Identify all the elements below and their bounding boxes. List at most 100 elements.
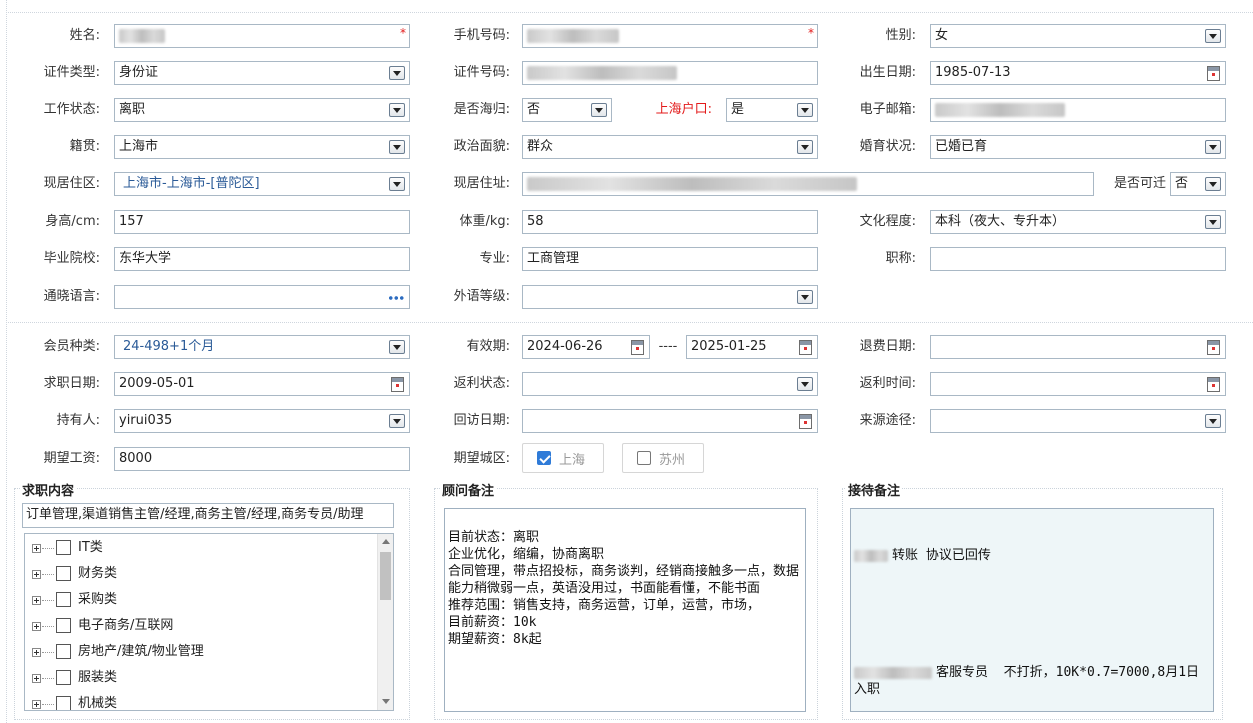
source-select[interactable] [930,409,1226,433]
mobile-input[interactable]: * [522,24,818,48]
native-select[interactable]: 上海市 [114,135,410,159]
checkbox-icon[interactable] [56,540,71,555]
job-date-input[interactable]: 2009-05-01 [114,372,410,396]
district-select[interactable]: 上海市-上海市-[普陀区] [114,172,410,196]
chevron-down-icon[interactable] [591,103,607,117]
refund-date-label: 退费日期: [859,339,916,354]
calendar-icon[interactable] [1207,66,1220,81]
tree-item-label: 服装类 [78,670,118,685]
chevron-down-icon[interactable] [1205,29,1221,43]
weight-input[interactable]: 58 [522,210,818,234]
name-input[interactable]: * [114,24,410,48]
address-input[interactable] [522,172,1094,196]
chevron-down-icon[interactable] [797,103,813,117]
source-label: 来源途径: [859,413,916,428]
chevron-down-icon[interactable] [1205,140,1221,154]
calendar-icon[interactable] [799,414,812,429]
chevron-down-icon[interactable] [389,177,405,191]
expand-icon[interactable] [32,596,41,605]
sh-hukou-select[interactable]: 是 [726,98,818,122]
checkbox-icon[interactable] [56,670,71,685]
chevron-down-icon[interactable] [1205,414,1221,428]
chevron-down-icon[interactable] [389,414,405,428]
job-content-title: 求职内容 [20,480,77,499]
job-content-summary-input[interactable]: 订单管理,渠道销售主管/经理,商务主管/经理,商务专员/助理 [22,503,394,528]
chevron-down-icon[interactable] [1205,215,1221,229]
checkbox-icon[interactable] [56,618,71,633]
email-input[interactable] [930,98,1226,122]
city-option-suzhou[interactable]: 苏州 [622,443,704,473]
reception-note-text: 转账 协议已回传 [892,548,991,563]
scroll-thumb[interactable] [380,552,391,600]
advisor-note-title: 顾问备注 [440,480,497,499]
languages-picker[interactable] [114,285,410,309]
expand-icon[interactable] [32,700,41,709]
gender-label: 性别: [885,28,916,43]
member-type-select[interactable]: 24-498+1个月 [114,335,410,359]
expand-icon[interactable] [32,570,41,579]
expand-icon[interactable] [32,544,41,553]
job-category-tree[interactable]: IT类 财务类 采购类 电子商务/互联网 房地产/建筑/物业管理 服装类 机械类 [24,533,394,711]
id-no-input[interactable] [522,61,818,85]
school-input[interactable]: 东华大学 [114,247,410,271]
marital-select[interactable]: 已婚已育 [930,135,1226,159]
major-label: 专业: [479,251,510,266]
chevron-down-icon[interactable] [389,66,405,80]
checkbox-checked-icon[interactable] [537,451,551,465]
work-status-select[interactable]: 离职 [114,98,410,122]
id-type-select[interactable]: 身份证 [114,61,410,85]
rebate-status-select[interactable] [522,372,818,396]
tree-connector [42,652,54,653]
major-input[interactable]: 工商管理 [522,247,818,271]
reception-note-textarea[interactable]: 转账 协议已回传 客服专员 不打折，10K*0.7=7000,8月1日入职 [850,508,1214,712]
chevron-down-icon[interactable] [389,140,405,154]
checkbox-icon[interactable] [56,696,71,710]
politics-label: 政治面貌: [453,139,510,154]
relocate-select[interactable]: 否 [1170,172,1226,196]
scroll-down-icon[interactable] [382,699,390,704]
returnee-label: 是否海归: [453,102,510,117]
chevron-down-icon[interactable] [797,290,813,304]
checkbox-icon[interactable] [56,592,71,607]
tree-connector [42,704,54,705]
returnee-select[interactable]: 否 [522,98,612,122]
expand-icon[interactable] [32,648,41,657]
valid-to-input[interactable]: 2025-01-25 [686,335,818,359]
holder-select[interactable]: yirui035 [114,409,410,433]
gender-value: 女 [935,28,949,43]
city-option-shanghai[interactable]: 上海 [522,443,604,473]
calendar-icon[interactable] [1207,340,1220,355]
chevron-down-icon[interactable] [1205,177,1221,191]
height-input[interactable]: 157 [114,210,410,234]
chevron-down-icon[interactable] [389,103,405,117]
chevron-down-icon[interactable] [797,140,813,154]
salary-input[interactable]: 8000 [114,447,410,471]
expand-icon[interactable] [32,674,41,683]
refund-date-input[interactable] [930,335,1226,359]
checkbox-icon[interactable] [637,451,651,465]
education-select[interactable]: 本科（夜大、专升本） [930,210,1226,234]
checkbox-icon[interactable] [56,644,71,659]
title-input[interactable] [930,247,1226,271]
gender-select[interactable]: 女 [930,24,1226,48]
more-icon[interactable] [388,296,404,300]
birth-date-input[interactable]: 1985-07-13 [930,61,1226,85]
id-type-value: 身份证 [119,65,159,80]
birth-value: 1985-07-13 [935,65,1011,80]
calendar-icon[interactable] [1207,377,1220,392]
chevron-down-icon[interactable] [389,340,405,354]
tree-scrollbar[interactable] [377,534,393,710]
calendar-icon[interactable] [799,340,812,355]
calendar-icon[interactable] [631,340,644,355]
politics-select[interactable]: 群众 [522,135,818,159]
foreign-level-select[interactable] [522,285,818,309]
visit-date-input[interactable] [522,409,818,433]
valid-from-input[interactable]: 2024-06-26 [522,335,650,359]
expand-icon[interactable] [32,622,41,631]
checkbox-icon[interactable] [56,566,71,581]
calendar-icon[interactable] [391,377,404,392]
scroll-up-icon[interactable] [382,539,390,544]
chevron-down-icon[interactable] [797,377,813,391]
rebate-time-input[interactable] [930,372,1226,396]
advisor-note-textarea[interactable]: 目前状态：离职 企业优化，缩编，协商离职 合同管理，带点招投标，商务谈判，经销商… [444,508,806,712]
